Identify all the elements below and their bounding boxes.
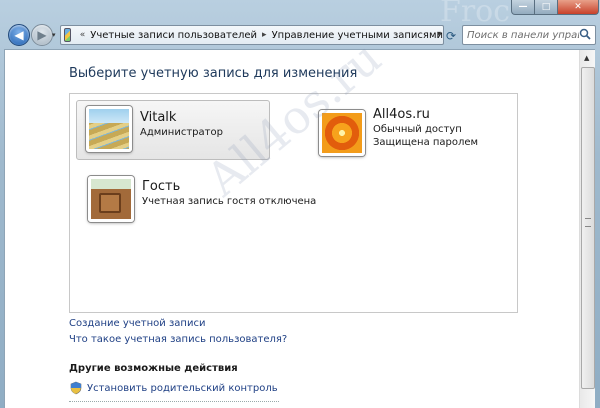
account-all4os[interactable]: All4os.ru Обычный доступ Защищена пароле…: [311, 104, 511, 156]
search-input[interactable]: [467, 29, 579, 41]
accounts-panel: Vitalk Администратор All4os.ru Обычный д…: [69, 93, 518, 313]
account-name: Vitalk: [140, 110, 177, 125]
search-box[interactable]: [462, 25, 596, 45]
account-info: Гость Учетная запись гостя отключена: [142, 179, 316, 208]
scroll-thumb[interactable]: [581, 67, 595, 389]
content-pane: Выберите учетную запись для изменения Vi…: [4, 49, 595, 408]
account-type: Администратор: [140, 127, 223, 138]
parental-control-label: Установить родительский контроль: [87, 382, 278, 394]
what-is-account-link[interactable]: Что такое учетная запись пользователя?: [69, 334, 287, 345]
navigation-bar: ◀ ▶ ▾ « Учетные записи пользователей ▸ У…: [0, 20, 600, 48]
address-bar[interactable]: « Учетные записи пользователей ▸ Управле…: [60, 25, 444, 45]
search-icon[interactable]: [579, 28, 591, 40]
account-name: Гость: [142, 179, 181, 194]
other-actions-heading: Другие возможные действия: [69, 363, 238, 374]
forward-button[interactable]: ▶: [31, 24, 53, 46]
breadcrumb-overflow-icon[interactable]: «: [80, 30, 86, 40]
title-bar: — □ ✕: [0, 0, 600, 18]
maximize-button[interactable]: □: [534, 0, 558, 15]
account-vitalk[interactable]: Vitalk Администратор: [76, 100, 270, 160]
breadcrumb-user-accounts[interactable]: Учетные записи пользователей: [90, 30, 257, 41]
account-info: Vitalk Администратор: [140, 110, 223, 139]
control-panel-window: Froc — □ ✕ ◀ ▶ ▾ « Учетные записи пользо…: [0, 0, 600, 408]
account-password-status: Защищена паролем: [373, 137, 479, 148]
account-picture-stairs: [86, 106, 132, 152]
breadcrumb-separator-icon[interactable]: ▸: [262, 30, 267, 40]
recent-pages-dropdown-icon[interactable]: ▾: [52, 31, 56, 39]
breadcrumb-manage-accounts[interactable]: Управление учетными записями: [272, 30, 443, 41]
account-picture-briefcase: [88, 176, 134, 222]
account-guest[interactable]: Гость Учетная запись гостя отключена: [80, 170, 340, 222]
cut-off-link: [69, 401, 279, 404]
refresh-icon[interactable]: ⟳: [446, 29, 456, 43]
scroll-grip-icon: [585, 218, 591, 227]
shield-icon: [70, 381, 82, 395]
parental-control-link[interactable]: Установить родительский контроль: [69, 381, 278, 395]
control-panel-icon: [64, 28, 71, 42]
account-status: Учетная запись гостя отключена: [142, 196, 317, 207]
scroll-up-icon[interactable]: ▲: [584, 54, 589, 62]
close-button[interactable]: ✕: [557, 0, 599, 15]
account-info: All4os.ru Обычный доступ Защищена пароле…: [373, 107, 478, 149]
vertical-scrollbar[interactable]: ▲: [579, 50, 595, 408]
create-account-link[interactable]: Создание учетной записи: [69, 318, 205, 329]
page-title: Выберите учетную запись для изменения: [69, 66, 358, 81]
account-picture-flower: [319, 110, 365, 156]
account-name: All4os.ru: [373, 107, 430, 122]
minimize-button[interactable]: —: [511, 0, 535, 15]
account-type: Обычный доступ: [373, 124, 462, 135]
address-dropdown-icon[interactable]: ▾: [437, 29, 441, 38]
back-button[interactable]: ◀: [8, 24, 30, 46]
